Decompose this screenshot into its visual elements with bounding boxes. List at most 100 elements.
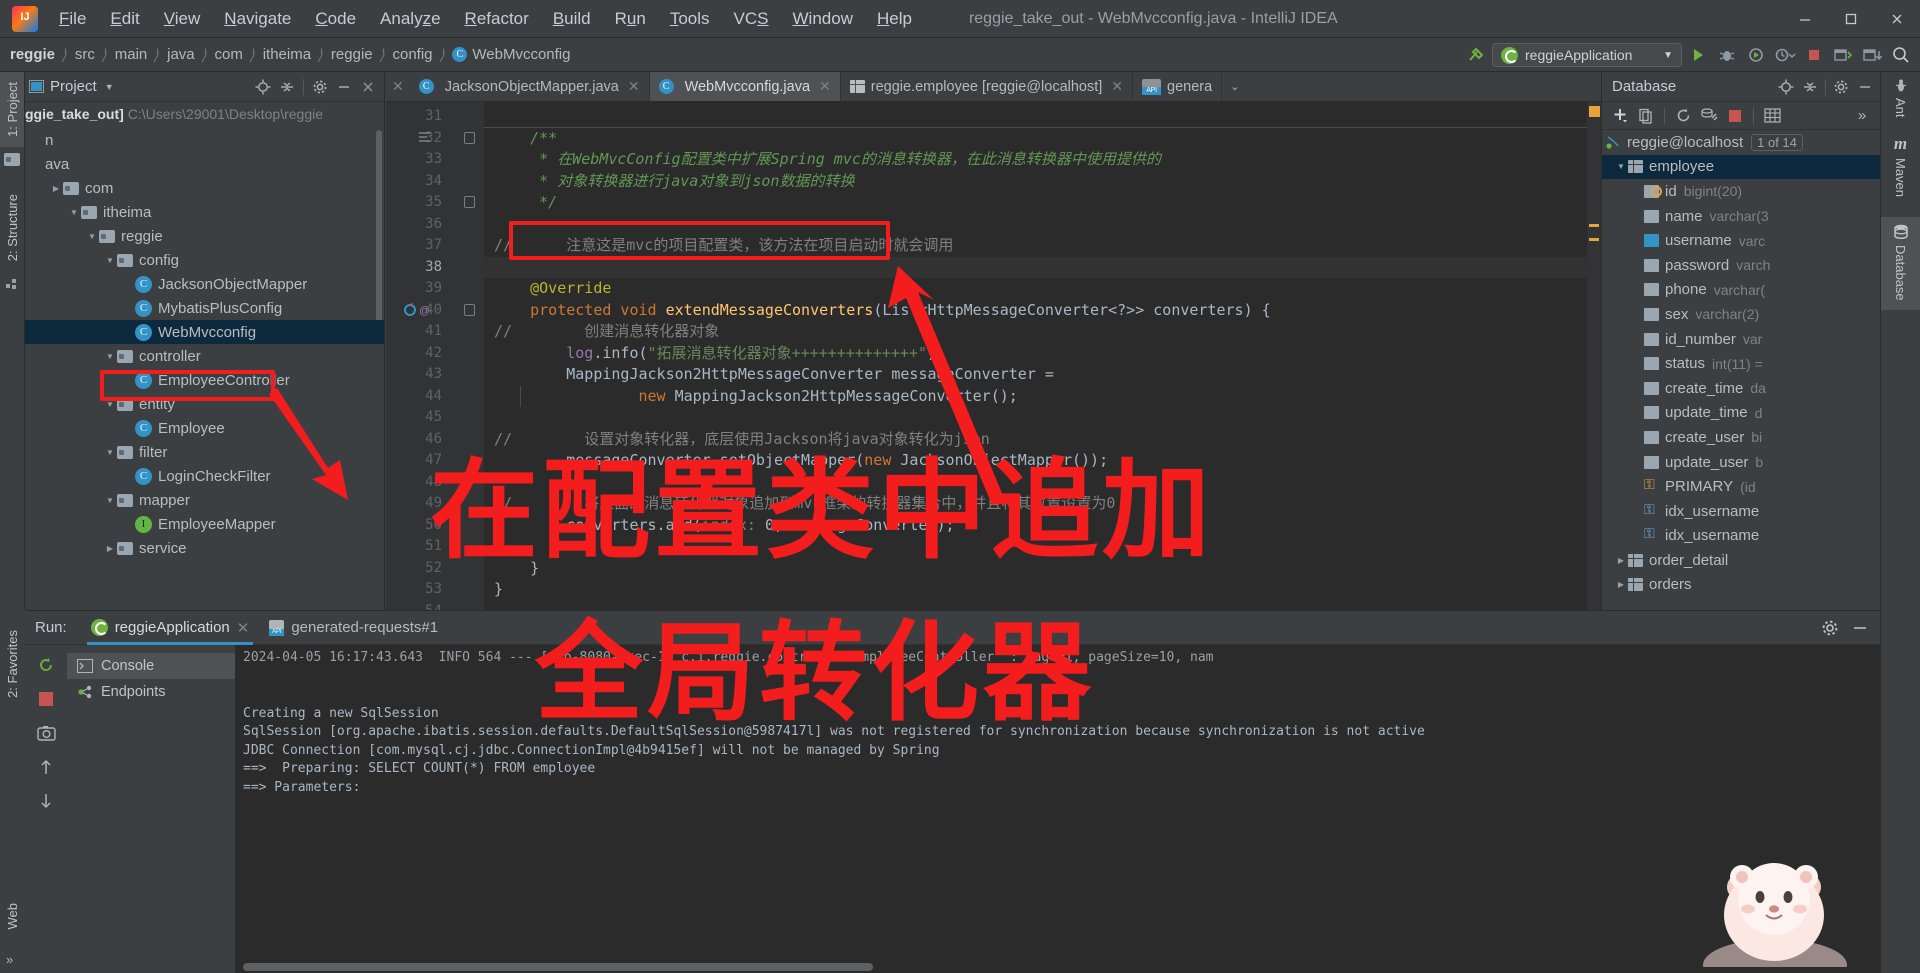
- menu-code[interactable]: Code: [304, 5, 367, 33]
- gutter-line-number[interactable]: 38: [386, 257, 484, 279]
- tree-expander[interactable]: ▼: [103, 448, 117, 457]
- collapse-all-icon[interactable]: [275, 75, 299, 99]
- expand-stripe-icon[interactable]: »: [6, 952, 13, 967]
- breadcrumb-item-class[interactable]: C WebMvcconfig: [452, 46, 570, 63]
- tree-item-com[interactable]: ▶ com: [25, 176, 384, 200]
- db-connection-node[interactable]: reggie@localhost 1 of 14: [1602, 130, 1880, 155]
- settings-gear-icon[interactable]: [1829, 75, 1853, 99]
- reformat-marker-icon[interactable]: [418, 131, 431, 149]
- stop-icon[interactable]: [34, 687, 58, 711]
- gutter-line-number[interactable]: 50: [386, 515, 484, 537]
- menu-view[interactable]: View: [153, 5, 212, 33]
- tree-expander[interactable]: ▼: [85, 232, 99, 241]
- tree-item-controller[interactable]: ▼ controller: [25, 344, 384, 368]
- settings-gear-icon[interactable]: [308, 75, 332, 99]
- gutter-line-number[interactable]: 39: [386, 278, 484, 300]
- project-tree[interactable]: n ava ▶ com ▼ itheima ▼ reggie ▼ config C JacksonOb…: [25, 126, 384, 610]
- db-tree-item-name[interactable]: name varchar(3: [1602, 204, 1880, 229]
- db-tree-item-orders[interactable]: ▶ orders: [1602, 573, 1880, 598]
- locate-icon[interactable]: [251, 75, 275, 99]
- tree-expander[interactable]: ▶: [1614, 580, 1628, 589]
- breadcrumb-item-src[interactable]: src: [75, 46, 95, 63]
- close-icon[interactable]: ✕: [628, 78, 640, 95]
- run-with-coverage-icon[interactable]: [1743, 42, 1769, 68]
- tree-expander[interactable]: ▶: [103, 544, 117, 553]
- minimize-button[interactable]: [1782, 0, 1828, 38]
- breadcrumb-item-reggie[interactable]: reggie: [331, 46, 373, 63]
- tree-expander[interactable]: ▶: [49, 184, 63, 193]
- tree-item-service[interactable]: ▶ service: [25, 536, 384, 560]
- menu-refactor[interactable]: Refactor: [454, 5, 540, 33]
- gutter-line-number[interactable]: 43: [386, 364, 484, 386]
- code-fold-marker[interactable]: [464, 196, 475, 208]
- hammer-build-icon[interactable]: [1463, 42, 1489, 68]
- update-icon[interactable]: [1859, 42, 1885, 68]
- editor-tab-webmvcconfig-java[interactable]: C WebMvcconfig.java ✕: [649, 72, 841, 101]
- run-configuration-selector[interactable]: reggieApplication ▼: [1492, 43, 1682, 67]
- gutter-line-number[interactable]: 51: [386, 536, 484, 558]
- db-tree-item-username[interactable]: username varc: [1602, 228, 1880, 253]
- tree-item-mybatisplusconfig[interactable]: C MybatisPlusConfig: [25, 296, 384, 320]
- menu-vcs[interactable]: VCS: [723, 5, 780, 33]
- more-icon[interactable]: »: [1850, 105, 1874, 127]
- hide-icon[interactable]: [332, 75, 356, 99]
- gutter-line-number[interactable]: 44: [386, 386, 484, 408]
- db-tree-item-update_time[interactable]: update_time d: [1602, 401, 1880, 426]
- breadcrumb-item-config[interactable]: config: [392, 46, 432, 63]
- profiler-icon[interactable]: [1772, 42, 1798, 68]
- gutter-line-number[interactable]: 53: [386, 579, 484, 601]
- hide-icon[interactable]: [1848, 616, 1872, 640]
- tree-item-ava[interactable]: ava: [25, 152, 384, 176]
- db-tree-item-primary[interactable]: PRIMARY (id: [1602, 474, 1880, 499]
- tree-item-employeecontroller[interactable]: C EmployeeController: [25, 368, 384, 392]
- hide-icon[interactable]: [1853, 75, 1877, 99]
- sidebar-item-web[interactable]: Web: [0, 893, 25, 940]
- search-icon[interactable]: [1888, 42, 1914, 68]
- tree-expander[interactable]: ▼: [103, 400, 117, 409]
- editor-tab-dropdown-icon[interactable]: ⌄: [1222, 72, 1247, 101]
- gutter-line-number[interactable]: 31: [386, 106, 484, 128]
- tree-item-jacksonobjectmapper[interactable]: C JacksonObjectMapper: [25, 272, 384, 296]
- sidebar-item-structure[interactable]: 2: Structure: [0, 184, 24, 271]
- sidebar-item-ant[interactable]: Ant: [1881, 72, 1920, 128]
- tree-expander[interactable]: ▶: [1614, 556, 1628, 565]
- gutter-line-number[interactable]: 36: [386, 214, 484, 236]
- tree-item-entity[interactable]: ▼ entity: [25, 392, 384, 416]
- select-target-icon[interactable]: [1830, 42, 1856, 68]
- tree-item-config[interactable]: ▼ config: [25, 248, 384, 272]
- tree-item-mapper[interactable]: ▼ mapper: [25, 488, 384, 512]
- db-tree-item-sex[interactable]: sex varchar(2): [1602, 302, 1880, 327]
- tree-expander[interactable]: ▼: [103, 496, 117, 505]
- stop-icon[interactable]: [1801, 42, 1827, 68]
- db-tree-item-id_number[interactable]: id_number var: [1602, 327, 1880, 352]
- db-tree-item-employee[interactable]: ▼ employee: [1602, 154, 1880, 180]
- breadcrumb-item-itheima[interactable]: itheima: [263, 46, 311, 63]
- sidebar-item-database[interactable]: Database: [1881, 216, 1920, 311]
- add-icon[interactable]: [1608, 105, 1632, 127]
- db-tree-item-phone[interactable]: phone varchar(: [1602, 278, 1880, 303]
- db-tree-item-create_time[interactable]: create_time da: [1602, 376, 1880, 401]
- sidebar-item-structure-icon[interactable]: [0, 271, 24, 297]
- refresh-icon[interactable]: [1671, 105, 1695, 127]
- run-tab-generated-requests[interactable]: generated-requests#1: [259, 611, 448, 645]
- close-icon[interactable]: [356, 75, 380, 99]
- menu-build[interactable]: Build: [542, 5, 602, 33]
- run-sql-icon[interactable]: [1697, 105, 1721, 127]
- sidebar-item-maven[interactable]: m Maven: [1881, 128, 1920, 207]
- gutter-line-number[interactable]: 41: [386, 321, 484, 343]
- close-icon[interactable]: ✕: [1111, 78, 1123, 95]
- tree-item-filter[interactable]: ▼ filter: [25, 440, 384, 464]
- code-editor[interactable]: 31 32 33 34 35 36 37 38 39 40 41 42 43 44 45 46 47 48 49 50…: [386, 102, 1601, 610]
- tree-item-employee[interactable]: C Employee: [25, 416, 384, 440]
- tree-item-reggie[interactable]: ▼ reggie: [25, 224, 384, 248]
- breadcrumb-item-reggie[interactable]: reggie: [10, 46, 55, 63]
- tab-console[interactable]: Console: [67, 653, 235, 679]
- menu-help[interactable]: Help: [866, 5, 923, 33]
- breadcrumb-item-java[interactable]: java: [167, 46, 195, 63]
- camera-icon[interactable]: [34, 721, 58, 745]
- tree-expander[interactable]: ▼: [103, 352, 117, 361]
- close-icon[interactable]: ✕: [237, 619, 250, 637]
- run-icon[interactable]: [1685, 42, 1711, 68]
- tab-endpoints[interactable]: Endpoints: [67, 679, 235, 705]
- editor-marker-bar[interactable]: [1587, 102, 1601, 610]
